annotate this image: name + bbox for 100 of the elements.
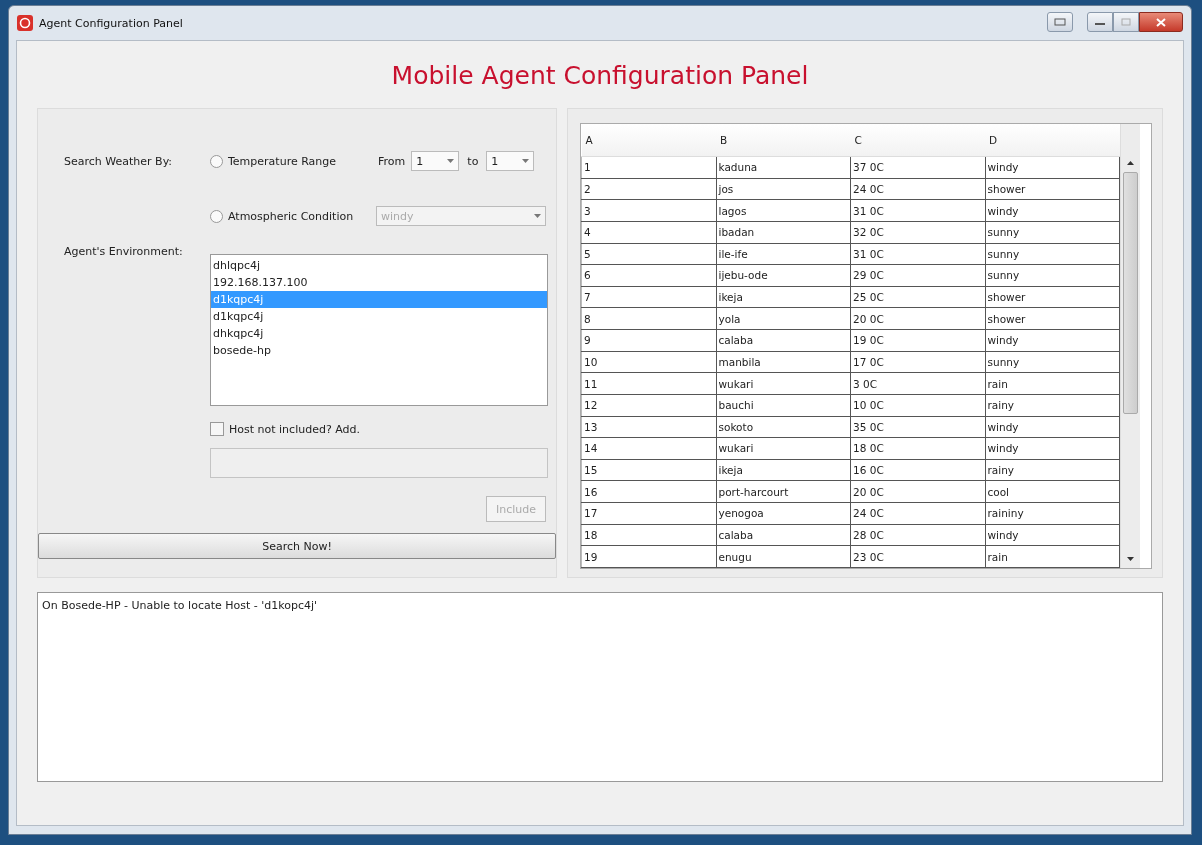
table-cell: manbila bbox=[716, 351, 851, 373]
table-cell: 31 0C bbox=[850, 243, 985, 265]
caret-icon bbox=[522, 159, 530, 163]
restore-button[interactable] bbox=[1047, 12, 1073, 32]
table-cell: sunny bbox=[985, 264, 1120, 287]
table-cell: rain bbox=[985, 545, 1120, 568]
log-message: On Bosede-HP - Unable to locate Host - 'd1kopc4j' bbox=[42, 599, 318, 612]
table-cell: 15 bbox=[581, 459, 716, 481]
close-button[interactable] bbox=[1139, 12, 1183, 32]
table-cell: 18 0C bbox=[850, 437, 985, 460]
table-cell: 3 bbox=[581, 199, 716, 222]
table-cell: 2 bbox=[581, 178, 716, 200]
from-label: From bbox=[378, 154, 406, 168]
table-cell: 18 bbox=[581, 524, 716, 546]
radio-button[interactable]: Temperature Range bbox=[210, 154, 337, 168]
table-cell: sokoto bbox=[716, 416, 851, 438]
table-cell: 17 bbox=[581, 502, 716, 525]
add-host-checkbox[interactable]: Host not included? Add. bbox=[210, 422, 361, 436]
table-cell: cool bbox=[985, 480, 1120, 503]
from-dropdown[interactable]: 1 bbox=[411, 151, 460, 171]
table-cell: ikeja bbox=[716, 286, 851, 308]
table-cell: 1 bbox=[581, 156, 716, 179]
to-dropdown[interactable]: 1 bbox=[486, 151, 535, 171]
table-cell: calaba bbox=[716, 524, 851, 546]
caret-icon bbox=[447, 159, 455, 163]
table-cell: shower bbox=[985, 307, 1120, 330]
close-icon bbox=[1156, 17, 1166, 27]
table-cell: 23 0C bbox=[850, 545, 985, 568]
table-cell: 11 bbox=[581, 372, 716, 395]
table-cell: kaduna bbox=[716, 156, 851, 179]
host-item[interactable]: bosede-hp bbox=[211, 342, 547, 359]
app-icon bbox=[17, 15, 33, 31]
table-cell: rain bbox=[985, 372, 1120, 395]
window-title: Agent Configuration Panel bbox=[39, 16, 183, 30]
table-cell: 29 0C bbox=[850, 264, 985, 287]
table-cell: rainy bbox=[985, 394, 1120, 416]
table-cell: 17 0C bbox=[850, 351, 985, 373]
table-cell: 37 0C bbox=[850, 156, 985, 179]
table-cell: 4 bbox=[581, 221, 716, 243]
minimize-button[interactable] bbox=[1087, 12, 1113, 32]
table-cell: 7 bbox=[581, 286, 716, 308]
table-cell: 10 0C bbox=[850, 394, 985, 416]
table-cell: 16 bbox=[581, 480, 716, 503]
table-cell: 10 bbox=[581, 351, 716, 373]
table-cell: port-harcourt bbox=[716, 480, 851, 503]
table-cell: 32 0C bbox=[850, 221, 985, 243]
host-item[interactable]: 192.168.137.100 bbox=[211, 274, 547, 291]
table-cell: rainy bbox=[985, 459, 1120, 481]
table-cell: yenogoa bbox=[716, 502, 851, 525]
table-cell: shower bbox=[985, 286, 1120, 308]
host-item[interactable]: d1kqpc4j bbox=[211, 308, 547, 325]
table-cell: 35 0C bbox=[850, 416, 985, 438]
to-label: to bbox=[467, 154, 479, 168]
table-cell: windy bbox=[985, 329, 1120, 352]
table-cell: yola bbox=[716, 307, 851, 330]
table-cell: 3 0C bbox=[850, 372, 985, 395]
table-cell: 24 0C bbox=[850, 502, 985, 525]
table-cell: 16 0C bbox=[850, 459, 985, 481]
caret-icon bbox=[534, 214, 541, 218]
table-cell: bauchi bbox=[716, 394, 851, 416]
table-cell: 6 bbox=[581, 264, 716, 287]
table-cell: 5 bbox=[581, 243, 716, 265]
table-cell: 19 0C bbox=[850, 329, 985, 352]
environment-label: Agent's Environment: bbox=[63, 245, 184, 258]
table-cell: windy bbox=[985, 199, 1120, 222]
maximize-icon bbox=[1121, 18, 1131, 26]
table-cell: enugu bbox=[716, 545, 851, 568]
restore-icon bbox=[1054, 18, 1066, 26]
host-item[interactable]: dhkqpc4j bbox=[211, 325, 547, 342]
table-cell: 24 0C bbox=[850, 178, 985, 200]
table-cell: ikeja bbox=[716, 459, 851, 481]
search-button[interactable]: Search Now! bbox=[38, 533, 556, 559]
table-cell: shower bbox=[985, 178, 1120, 200]
table-cell: 25 0C bbox=[850, 286, 985, 308]
table-cell: 9 bbox=[581, 329, 716, 352]
table-cell: 31 0C bbox=[850, 199, 985, 222]
table-cell: ile-ife bbox=[716, 243, 851, 265]
host-list[interactable]: dhlqpc4j 192.168.137.100 d1kqpc4j d1kqpc4j dhkqpc4j bosede-hp bbox=[210, 254, 548, 406]
panel-heading: Mobile Agent Configuration Panel bbox=[390, 60, 810, 92]
table-cell: wukari bbox=[716, 437, 851, 460]
table-cell: raininy bbox=[985, 502, 1120, 525]
table-cell: 13 bbox=[581, 416, 716, 438]
table-cell: 20 0C bbox=[850, 307, 985, 330]
table-cell: windy bbox=[985, 156, 1120, 179]
search-by-label: Search Weather By: bbox=[63, 154, 174, 168]
host-item[interactable]: dhlqpc4j bbox=[211, 257, 547, 274]
table-cell: jos bbox=[716, 178, 851, 200]
table-cell: 28 0C bbox=[850, 524, 985, 546]
table-cell: 14 bbox=[581, 437, 716, 460]
table-cell: 20 0C bbox=[850, 480, 985, 503]
table-cell: windy bbox=[985, 416, 1120, 438]
table-cell: lagos bbox=[716, 199, 851, 222]
table-cell: windy bbox=[985, 524, 1120, 546]
table-cell: windy bbox=[985, 437, 1120, 460]
table-cell: 19 bbox=[581, 545, 716, 568]
table-cell: sunny bbox=[985, 243, 1120, 265]
table-cell: sunny bbox=[985, 351, 1120, 373]
radio-button[interactable]: Atmospheric Condition bbox=[210, 209, 354, 223]
table-cell: sunny bbox=[985, 221, 1120, 243]
table-cell: wukari bbox=[716, 372, 851, 395]
